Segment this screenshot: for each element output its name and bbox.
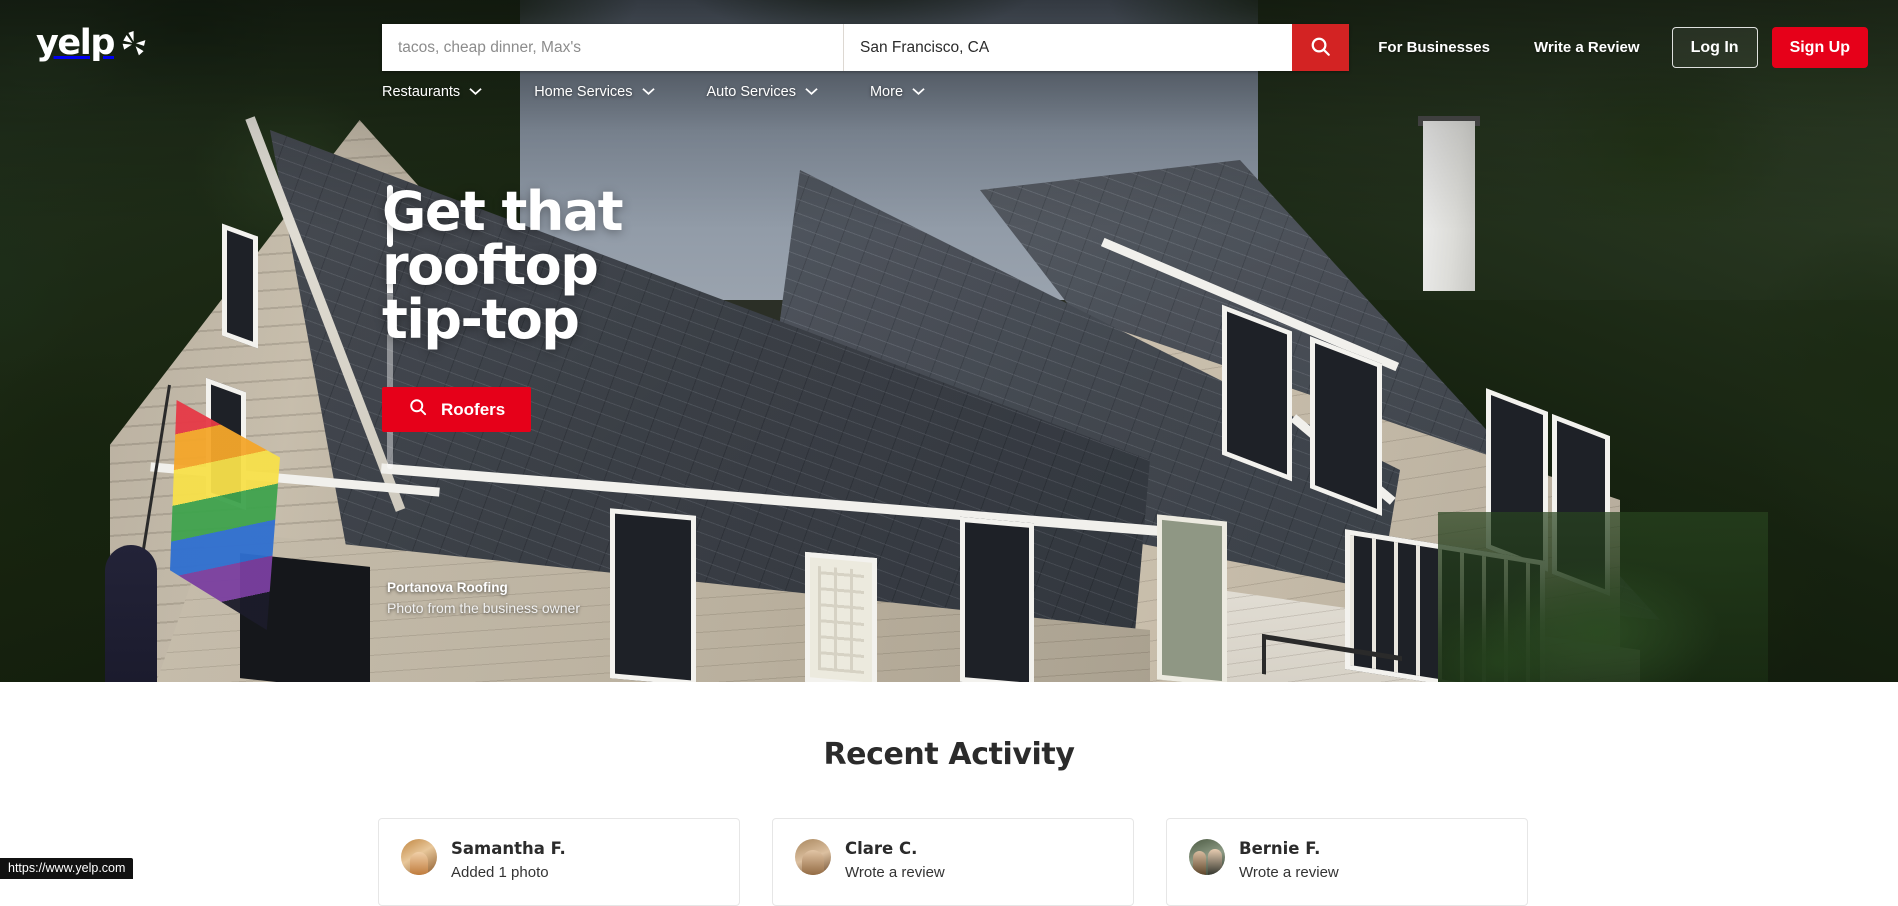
nav-item-restaurants[interactable]: Restaurants: [382, 84, 482, 100]
page-title: Recent Activity: [0, 737, 1898, 772]
patio-umbrella: [105, 545, 157, 682]
site-header: yelp: [0, 0, 1898, 94]
avatar[interactable]: [795, 839, 831, 875]
activity-user-name[interactable]: Clare C.: [845, 839, 945, 860]
window: [610, 508, 696, 682]
nav-item-label: Auto Services: [707, 84, 796, 100]
activity-action-text: Wrote a review: [845, 863, 945, 883]
window: [1310, 336, 1382, 516]
activity-user-name[interactable]: Bernie F.: [1239, 839, 1339, 860]
chevron-down-icon: [642, 84, 655, 100]
search-icon: [408, 397, 428, 422]
nav-item-label: More: [870, 84, 903, 100]
for-businesses-link[interactable]: For Businesses: [1356, 24, 1512, 71]
hero-photo: [0, 0, 1898, 682]
yelp-burst-icon: [121, 29, 148, 58]
browser-status-url: https://www.yelp.com: [0, 858, 133, 879]
search-input[interactable]: [398, 39, 827, 57]
sign-up-button[interactable]: Sign Up: [1772, 27, 1868, 68]
recent-activity-section: Recent Activity Samantha F. Added 1 phot…: [0, 682, 1898, 906]
avatar[interactable]: [401, 839, 437, 875]
log-in-button[interactable]: Log In: [1672, 27, 1758, 68]
activity-action-text: Wrote a review: [1239, 863, 1339, 883]
activity-card-body: Bernie F. Wrote a review: [1239, 839, 1339, 883]
nav-item-auto-services[interactable]: Auto Services: [707, 84, 818, 100]
search-location-field[interactable]: [844, 24, 1292, 71]
attribution-business-name[interactable]: Portanova Roofing: [387, 578, 580, 598]
activity-user-name[interactable]: Samantha F.: [451, 839, 566, 860]
search-bar: [382, 24, 1349, 71]
photo-attribution: Portanova Roofing Photo from the busines…: [387, 578, 580, 619]
nav-item-label: Home Services: [534, 84, 632, 100]
activity-card-body: Clare C. Wrote a review: [845, 839, 945, 883]
write-a-review-link[interactable]: Write a Review: [1512, 24, 1662, 71]
attribution-note: Photo from the business owner: [387, 598, 580, 618]
search-icon: [1309, 35, 1332, 61]
roofers-cta-button[interactable]: Roofers: [382, 387, 531, 432]
window: [960, 517, 1034, 682]
activity-card-body: Samantha F. Added 1 photo: [451, 839, 566, 883]
search-term-field[interactable]: [382, 24, 844, 71]
activity-action-text: Added 1 photo: [451, 863, 566, 883]
activity-card-list: Samantha F. Added 1 photo Clare C. Wrote…: [0, 818, 1898, 906]
activity-card[interactable]: Clare C. Wrote a review: [772, 818, 1134, 906]
header-links: For Businesses Write a Review Log In Sig…: [1356, 24, 1868, 71]
avatar[interactable]: [1189, 839, 1225, 875]
search-button[interactable]: [1292, 24, 1349, 71]
roofers-cta-label: Roofers: [441, 400, 505, 420]
nav-item-home-services[interactable]: Home Services: [534, 84, 654, 100]
nav-item-more[interactable]: More: [870, 84, 925, 100]
hero-headline: Get that rooftop tip-top: [382, 185, 822, 347]
hero-headline-line1: Get that rooftop: [382, 185, 822, 293]
location-input[interactable]: [860, 39, 1276, 57]
hero-headline-line2: tip-top: [382, 293, 822, 347]
window: [1222, 305, 1292, 482]
activity-card[interactable]: Samantha F. Added 1 photo: [378, 818, 740, 906]
chevron-down-icon: [469, 84, 482, 100]
chevron-down-icon: [805, 84, 818, 100]
activity-card[interactable]: Bernie F. Wrote a review: [1166, 818, 1528, 906]
category-navbar: Restaurants Home Services Auto Services …: [382, 84, 977, 100]
lattice-texture: [818, 566, 864, 674]
side-door: [1157, 514, 1227, 682]
chevron-down-icon: [912, 84, 925, 100]
trellis-door: [805, 552, 877, 682]
hedge-bush: [1438, 512, 1768, 682]
logo-wordmark: yelp: [36, 26, 114, 61]
window: [222, 223, 258, 348]
hero-content: Get that rooftop tip-top Roofers: [382, 185, 822, 432]
nav-item-label: Restaurants: [382, 84, 460, 100]
chimney: [1423, 121, 1475, 291]
hero-banner: yelp: [0, 0, 1898, 682]
yelp-logo[interactable]: yelp: [36, 26, 148, 61]
